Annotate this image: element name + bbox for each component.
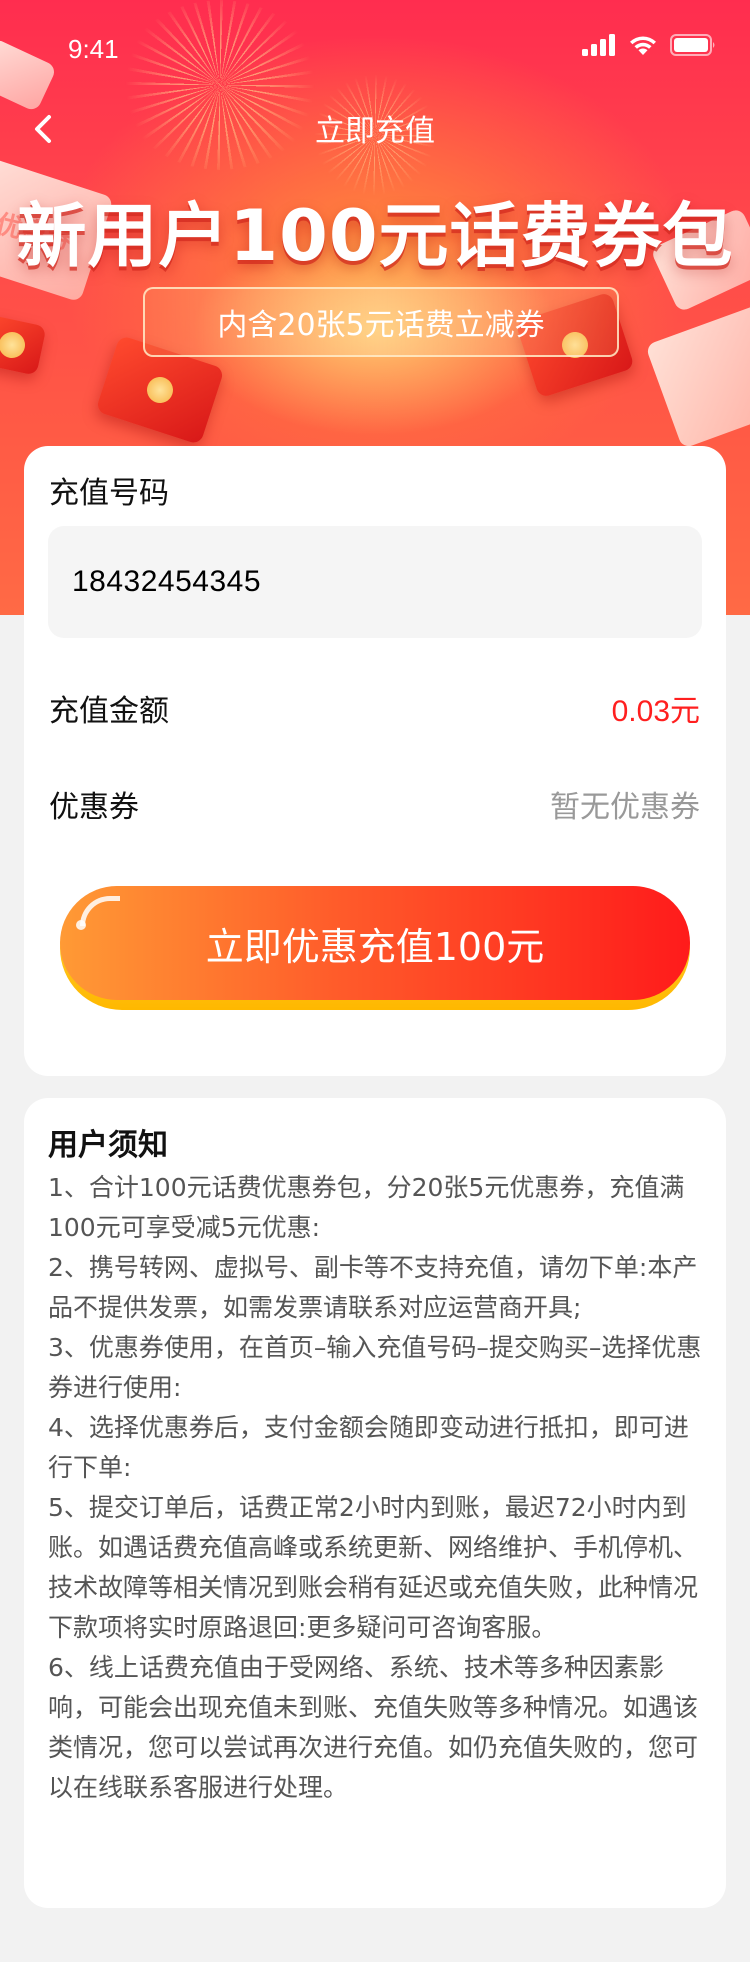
notice-item: 1、合计100元话费优惠券包，分20张5元优惠券，充值满100元可享受减5元优惠…	[48, 1173, 685, 1242]
coupon-selector[interactable]: 暂无优惠券	[550, 782, 700, 826]
shine-dot	[76, 920, 86, 930]
notice-item: 3、优惠券使用，在首页–输入充值号码–提交购买–选择优惠券进行使用:	[48, 1333, 702, 1402]
coupon-label: 优惠券	[49, 790, 139, 825]
promo-subtitle: 内含20张5元话费立减券	[143, 287, 619, 357]
notice-card: 用户须知 1、合计100元话费优惠券包，分20张5元优惠券，充值满100元可享受…	[24, 1098, 726, 1908]
amount-label: 充值金额	[49, 694, 169, 729]
phone-input[interactable]: 18432454345	[48, 526, 702, 638]
recharge-button-face: 立即优惠充值100元	[60, 886, 690, 1000]
signal-icon	[582, 34, 615, 56]
red-envelope-decoration	[0, 314, 47, 376]
wifi-icon	[630, 36, 656, 55]
status-bar: 9:41	[0, 0, 750, 88]
battery-icon	[670, 34, 715, 56]
status-icons	[582, 34, 716, 56]
notice-item: 2、携号转网、虚拟号、副卡等不支持充值，请勿下单:本产品不提供发票，如需发票请联…	[48, 1253, 698, 1322]
promo-title: 新用户100元话费券包	[16, 195, 734, 277]
status-time: 9:41	[68, 34, 119, 64]
notice-item: 5、提交订单后，话费正常2小时内到账，最迟72小时内到账。如遇话费充值高峰或系统…	[48, 1493, 699, 1642]
coupon-decoration	[645, 301, 750, 449]
amount-value: 0.03元	[611, 695, 700, 728]
page-title: 立即充值	[315, 114, 435, 149]
recharge-button-label: 立即优惠充值100元	[205, 924, 545, 969]
phone-label: 充值号码	[49, 476, 169, 511]
recharge-form-card: 充值号码 18432454345 充值金额 0.03元 优惠券 暂无优惠券 立即…	[24, 446, 726, 1076]
recharge-button[interactable]: 立即优惠充值100元	[60, 886, 690, 1010]
notice-item: 4、选择优惠券后，支付金额会随即变动进行抵扣，即可进行下单:	[48, 1413, 689, 1482]
notice-title: 用户须知	[48, 1128, 168, 1163]
notice-body: 1、合计100元话费优惠券包，分20张5元优惠券，充值满100元可享受减5元优惠…	[48, 1168, 708, 1808]
notice-item: 6、线上话费充值由于受网络、系统、技术等多种因素影响，可能会出现充值未到账、充值…	[48, 1653, 699, 1802]
